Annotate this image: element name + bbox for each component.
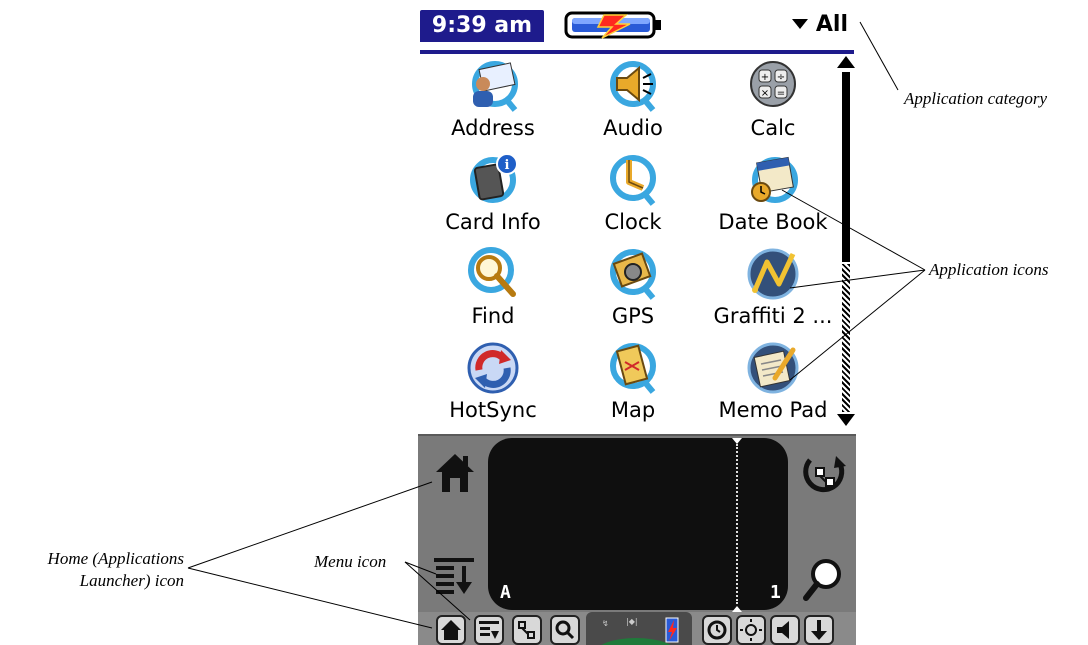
annotation-application-category: Application category <box>904 89 1048 108</box>
annotation-menu-icon: Menu icon <box>314 552 387 571</box>
annotation-home-icon: Home (Applications Launcher) icon <box>4 548 184 592</box>
annotation-home-icon-line2: Launcher) icon <box>79 571 184 590</box>
annotation-home-icon-line1: Home (Applications <box>47 549 184 568</box>
annotation-application-icons: Application icons <box>929 260 1049 279</box>
